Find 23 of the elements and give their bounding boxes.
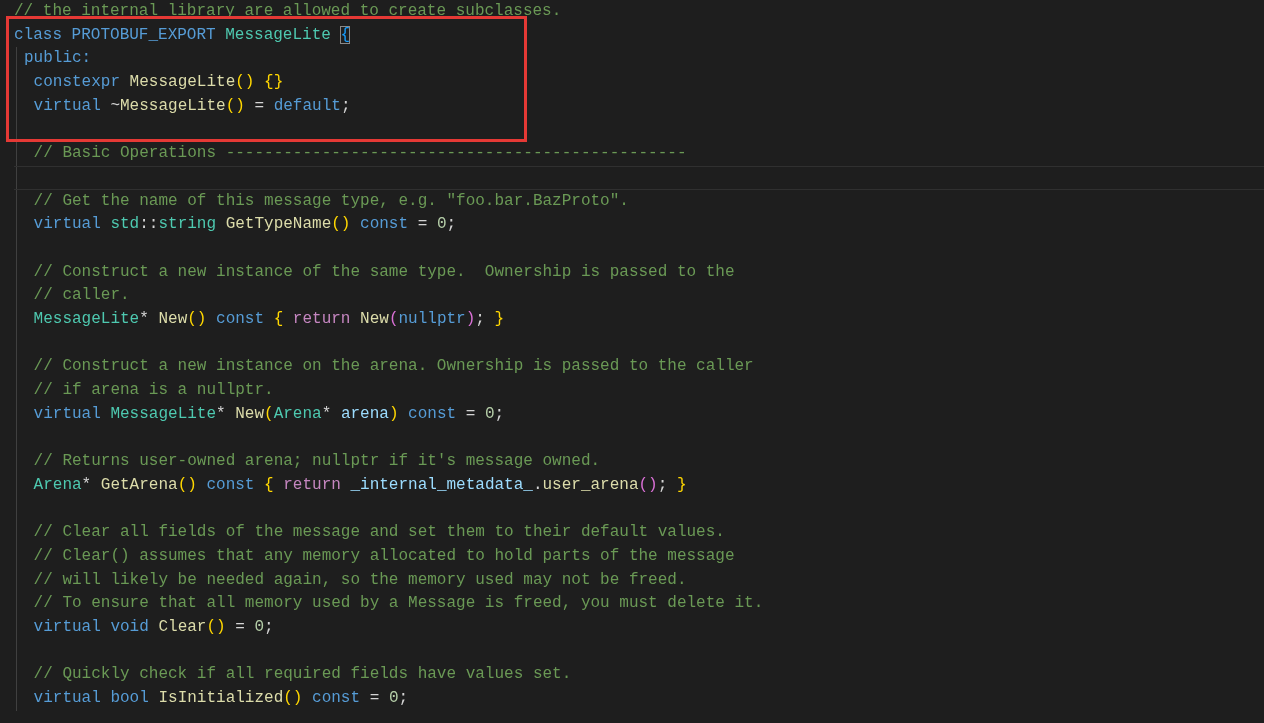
code-line: // will likely be needed again, so the memory used may not be freed.	[33, 569, 688, 591]
code-line: virtual bool IsInitialized() const = 0;	[33, 687, 410, 709]
code-line: virtual ~MessageLite() = default;	[33, 94, 1264, 119]
code-line: // To ensure that all memory used by a Message is freed, you must delete it.	[33, 593, 765, 615]
code-line: constexpr MessageLite() {}	[33, 71, 1264, 95]
code-line: // if arena is a nullptr.	[33, 380, 275, 401]
code-line: virtual void Clear() = 0;	[33, 616, 275, 638]
code-line: // Clear() assumes that any memory allocated to hold parts of the message	[33, 545, 736, 567]
code-line: // Quickly check if all required fields have values set.	[33, 664, 573, 686]
code-line: // Returns user-owned arena; nullptr if it's message owned.	[33, 451, 602, 473]
code-line: // caller.	[33, 285, 131, 307]
code-line: // the internal library are allowed to create subclasses.	[14, 1, 563, 22]
code-line: virtual MessageLite* New(Arena* arena) const = 0;	[33, 403, 506, 425]
code-line: Arena* GetArena() const { return _internal_metadata_.user_arena(); }	[33, 474, 688, 496]
code-line: // Clear all fields of the message and set them to their default values.	[33, 522, 726, 544]
code-line: // Construct a new instance on the arena. Ownership is passed to the caller	[33, 356, 755, 378]
code-line: MessageLite* New() const { return New(nullptr); }	[33, 308, 506, 330]
code-line: virtual std::string GetTypeName() const = 0;	[33, 214, 458, 236]
code-line: public:	[24, 47, 1264, 72]
code-line: class PROTOBUF_EXPORT MessageLite {	[14, 23, 1264, 48]
code-line: // Basic Operations ------------------------------------------------	[33, 143, 688, 165]
code-line: // Construct a new instance of the same type. Ownership is passed to the	[33, 261, 736, 283]
code-line: // Get the name of this message type, e.g. "foo.bar.BazProto".	[33, 190, 630, 212]
